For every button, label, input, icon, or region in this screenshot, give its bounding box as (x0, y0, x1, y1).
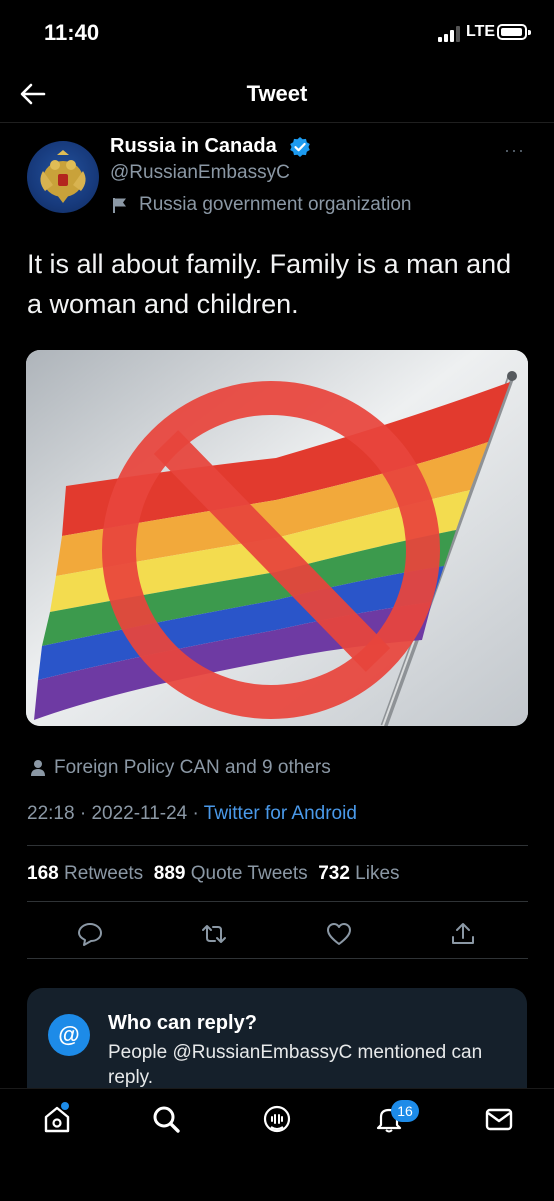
author-name[interactable]: Russia in Canada (110, 135, 277, 158)
share-icon[interactable] (449, 920, 477, 948)
likes-stat[interactable]: 732 Likes (318, 863, 399, 884)
meta-separator: · (79, 803, 87, 824)
reply-icon[interactable] (76, 920, 104, 948)
quote-tweets-label: Quote Tweets (190, 863, 308, 884)
coat-of-arms-icon (40, 150, 86, 203)
retweets-count: 168 (27, 863, 59, 884)
retweets-stat[interactable]: 168 Retweets (27, 863, 143, 884)
like-icon[interactable] (325, 920, 353, 948)
header-divider (0, 122, 554, 123)
mention-icon: @ (48, 1014, 90, 1056)
network-type: LTE (466, 23, 496, 40)
likes-count: 732 (318, 863, 350, 884)
tweet-text: It is all about family. Family is a man … (27, 249, 512, 319)
flag-icon (113, 198, 126, 213)
battery-icon (497, 24, 531, 40)
divider (27, 901, 528, 902)
quote-tweets-stat[interactable]: 889 Quote Tweets (154, 863, 308, 884)
likes-label: Likes (355, 863, 400, 884)
tweet-meta: 22:18 · 2022-11-24 · Twitter for Android (27, 803, 357, 825)
tweet-date: 2022-11-24 (91, 803, 188, 824)
reply-restriction-body: People @RussianEmbassyC mentioned can re… (108, 1042, 483, 1088)
divider (27, 845, 528, 846)
notifications-badge: 16 (391, 1100, 419, 1122)
more-options-icon[interactable]: ··· (504, 140, 525, 161)
government-label[interactable]: Russia government organization (139, 194, 412, 216)
tweet-time: 22:18 (27, 803, 75, 824)
tweet-source-link[interactable]: Twitter for Android (204, 803, 357, 824)
reply-restriction-title: Who can reply? (108, 1012, 257, 1034)
search-icon[interactable] (151, 1104, 181, 1134)
home-new-indicator (61, 1102, 69, 1110)
divider (27, 958, 528, 959)
status-time: 11:40 (44, 20, 100, 45)
spaces-icon[interactable] (262, 1104, 292, 1134)
retweets-label: Retweets (63, 863, 144, 884)
tweet-image[interactable] (26, 350, 528, 726)
retweet-icon[interactable] (200, 920, 228, 948)
verified-badge-icon (290, 137, 310, 157)
cellular-signal-icon (438, 26, 460, 42)
quote-tweets-count: 889 (153, 863, 186, 884)
page-title: Tweet (246, 81, 308, 106)
meta-separator: · (192, 803, 199, 824)
person-icon (31, 760, 45, 776)
rainbow-flag-prohibited-image (26, 350, 528, 726)
social-context[interactable]: Foreign Policy CAN and 9 others (54, 757, 331, 779)
avatar[interactable] (27, 141, 99, 213)
messages-icon[interactable] (484, 1104, 514, 1134)
author-handle[interactable]: @RussianEmbassyC (110, 162, 290, 184)
tweet-stats: 168 Retweets 889 Quote Tweets 732 Likes (27, 863, 400, 885)
